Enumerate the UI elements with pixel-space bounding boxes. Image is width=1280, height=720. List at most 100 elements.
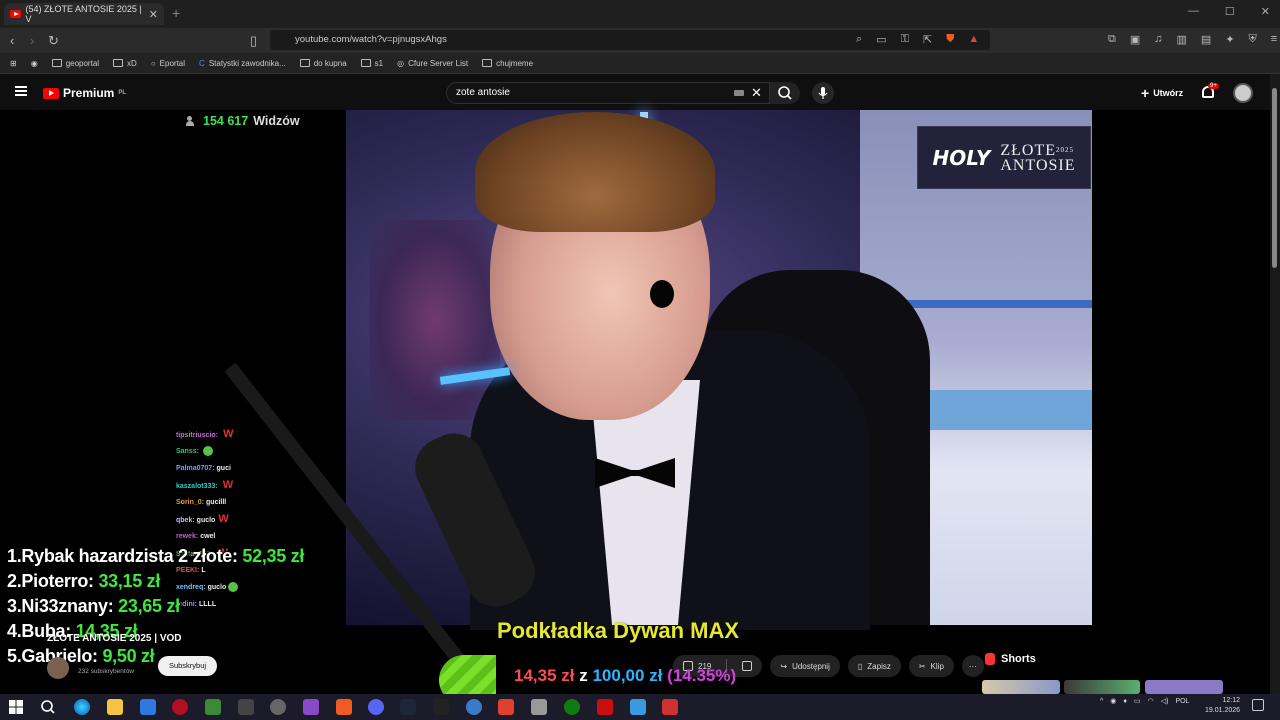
minimize-button[interactable]: — [1188,5,1199,18]
short-thumbnail[interactable] [982,680,1060,694]
account-avatar[interactable] [1233,83,1253,103]
app-icon[interactable] [238,699,254,715]
app-icon[interactable] [531,699,547,715]
streamer-hair [475,112,715,232]
start-button[interactable] [8,699,24,715]
app-icon[interactable] [498,699,514,715]
chat-message: rewek: cwel [176,528,346,545]
zoom-icon[interactable]: ⌕ [856,33,862,46]
bookmark-icon[interactable]: ▯ [250,33,257,49]
chat-username: Palma0707: [176,465,215,472]
microphone-icon[interactable]: ♦ [1123,698,1127,705]
video-title: ZŁOTE ANTOSIE 2025 | VOD [47,633,182,644]
more-actions-button[interactable]: ··· [961,655,984,677]
app-icon[interactable] [172,699,188,715]
bookmark-item[interactable]: chujmeme [482,59,533,68]
subscribe-button[interactable]: Subskrybuj [158,656,217,676]
brave-shield-icon[interactable]: ⛊ [946,33,954,46]
share-button[interactable]: ↪ Udostępnij [770,655,840,677]
new-tab-button[interactable]: + [172,5,180,21]
chat-username: kaszalot333: [176,483,218,490]
dislike-button[interactable] [732,655,762,677]
app-icon[interactable] [205,699,221,715]
clear-search-icon[interactable]: ✕ [751,85,762,101]
app-icon[interactable] [630,699,646,715]
app-icon[interactable] [466,699,482,715]
forward-icon[interactable]: › [30,33,34,48]
wallet-icon[interactable]: ▤ [1201,33,1211,46]
bookmark-item[interactable]: C Statystki zawodnika... [199,59,286,68]
store-icon[interactable] [140,699,156,715]
tray-app-icon[interactable]: ◉ [1110,697,1116,705]
shorts-header[interactable]: Shorts [985,653,1036,665]
youtube-premium-logo[interactable]: Premium PL [43,86,126,100]
scrollbar-thumb[interactable] [1272,88,1277,268]
settings-icon[interactable] [270,699,286,715]
app-icon[interactable] [303,699,319,715]
maximize-button[interactable]: ☐ [1225,5,1235,18]
search-button[interactable] [770,82,800,104]
short-thumbnail[interactable] [1064,680,1140,694]
discord-icon[interactable] [368,699,384,715]
app-icon[interactable] [597,699,613,715]
password-icon[interactable]: ⚿ [901,33,909,46]
app-icon[interactable] [662,699,678,715]
edge-icon[interactable] [74,699,90,715]
apps-icon[interactable]: ⊞ [10,59,17,68]
leaderboard-rank: 4. [7,621,22,641]
browser-tab[interactable]: (54) ZŁOTE ANTOSIE 2025 | V ✕ [4,3,164,25]
leaderboard-name: Pioterro: [21,571,94,591]
close-window-button[interactable]: ✕ [1261,5,1270,18]
volume-icon[interactable]: ◁) [1161,697,1169,705]
save-button[interactable]: ▯ Zapisz [847,655,901,677]
menu-icon[interactable]: ≡ [1271,33,1277,46]
donation-goal-title: Podkładka Dywan MAX [497,618,740,643]
folder-icon [360,59,371,67]
bookmark-item[interactable]: geoportal [51,59,99,68]
language-indicator[interactable]: POL [1175,698,1189,705]
voice-search-button[interactable] [812,82,834,104]
bookmark-item[interactable]: do kupna [299,59,347,68]
bookmark-globe-icon[interactable]: ◉ [31,59,38,68]
clip-button[interactable]: ✂ Klip [908,655,954,677]
channel-avatar[interactable] [47,657,69,679]
leaderboard-amount: 9,50 zł [102,646,155,666]
toolbar-extensions: ⧉ ▣ ♫ ▥ ▤ ✦ ⛨ ≡ [1108,33,1277,46]
bookmark-item[interactable]: ◎ Cfure Server List [397,59,468,68]
share-icon[interactable]: ⇱ [923,33,932,46]
network-icon[interactable]: ▭ [1134,697,1141,705]
donation-leaderboard: 1.Rybak hazardzista 2 złote: 52,35 zł 2.P… [7,544,304,669]
cast-icon[interactable]: ▭ [876,33,886,46]
sidebar-icon[interactable]: ▥ [1177,33,1187,46]
steam-icon[interactable] [400,699,416,715]
extension-icon[interactable]: ▣ [1130,33,1140,46]
bookmark-item[interactable]: s1 [360,59,383,68]
xbox-icon[interactable] [564,699,580,715]
brave-icon[interactable] [336,699,352,715]
leo-icon[interactable]: ✦ [1225,33,1234,46]
chat-message: Sorin_0: gucilll [176,494,346,511]
notification-center-icon[interactable] [1252,699,1264,711]
short-thumbnail[interactable] [1145,680,1223,694]
leaderboard-amount: 52,35 zł [242,546,305,566]
reload-icon[interactable]: ↻ [48,33,59,49]
chat-username: rewek: [176,533,199,540]
search-input[interactable]: zote antosie [446,82,770,104]
rewards-icon[interactable]: ▲ [968,33,979,46]
hamburger-menu-icon[interactable] [15,86,27,96]
file-explorer-icon[interactable] [107,699,123,715]
bookmark-item[interactable]: xD [113,59,137,68]
wifi-icon[interactable]: ◠ [1148,697,1154,705]
keyboard-icon[interactable] [734,90,744,96]
clock[interactable]: 12:12 19.01.2026 [1205,696,1240,716]
tray-chevron-icon[interactable]: ^ [1100,698,1103,705]
taskbar-search-icon[interactable] [40,699,56,715]
tab-close-icon[interactable]: ✕ [149,8,158,21]
vpn-icon[interactable]: ⛨ [1249,33,1257,46]
epic-games-icon[interactable] [433,699,449,715]
back-icon[interactable]: ‹ [10,33,14,48]
bookmark-item[interactable]: ○ Eportal [151,59,185,68]
music-icon[interactable]: ♫ [1154,33,1162,46]
create-button[interactable]: + Utwórz [1133,83,1191,103]
extension-icon[interactable]: ⧉ [1108,33,1116,46]
